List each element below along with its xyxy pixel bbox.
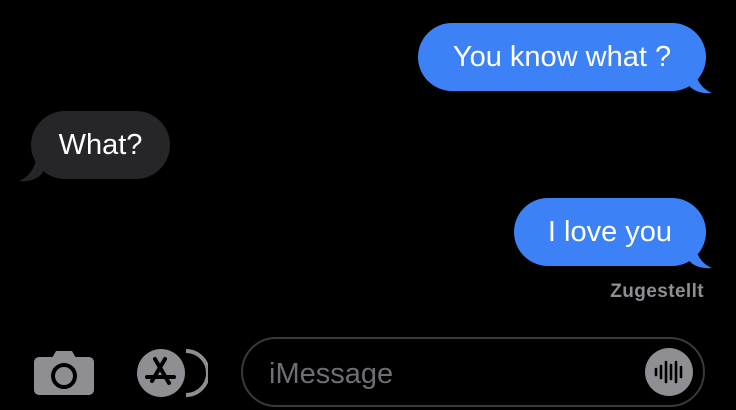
message-text: What? [58, 129, 143, 161]
message-text: I love you [547, 216, 673, 248]
camera-button[interactable] [32, 349, 96, 397]
apps-button[interactable] [136, 348, 210, 398]
audio-message-button[interactable] [645, 348, 693, 396]
audio-waveform-icon [654, 360, 683, 384]
sent-message-bubble[interactable]: I love you [514, 198, 706, 266]
delivery-status: Zugestellt [610, 281, 704, 302]
message-input[interactable]: iMessage [241, 337, 705, 407]
app-store-icon [137, 349, 210, 397]
camera-icon [34, 351, 94, 395]
message-input-placeholder: iMessage [269, 358, 394, 390]
message-text: You know what ? [452, 41, 672, 73]
received-message-bubble[interactable]: What? [31, 111, 170, 179]
message-thread: You know what ? What? I love you Zugeste… [0, 0, 736, 335]
message-composer: iMessage [0, 335, 736, 410]
sent-message-bubble[interactable]: You know what ? [418, 23, 706, 91]
